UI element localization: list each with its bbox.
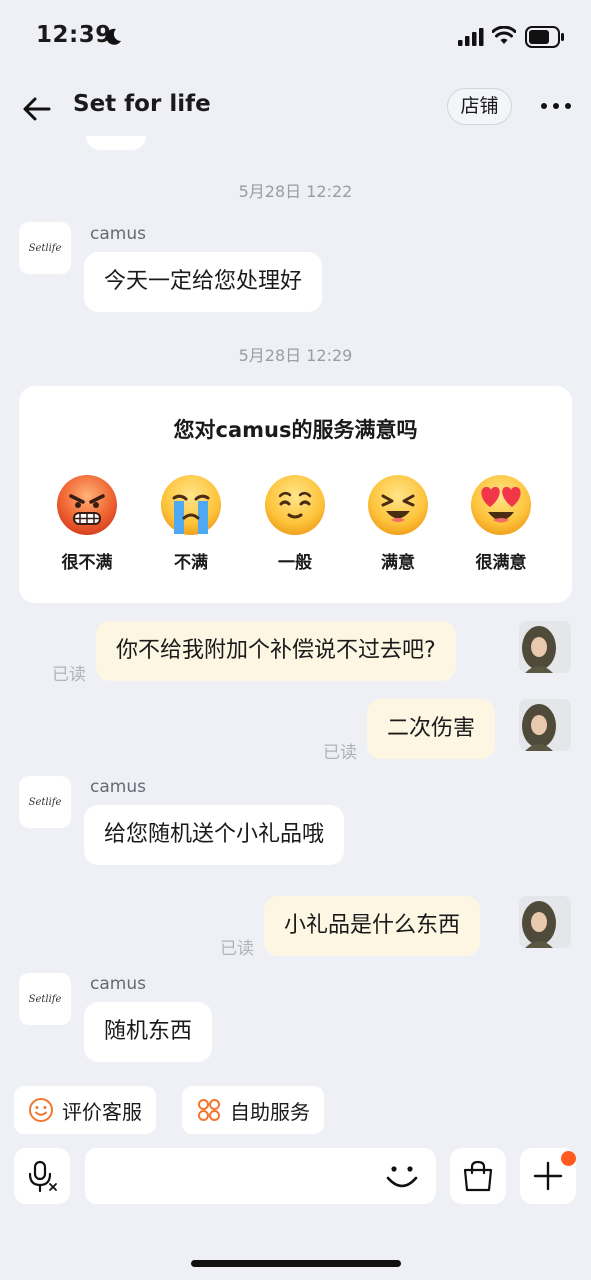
incoming-message[interactable]: 给您随机送个小礼品哦 (84, 805, 345, 865)
status-time: 12:39 (36, 22, 112, 48)
sender-name: camus (90, 974, 146, 994)
plus-icon (533, 1161, 563, 1191)
smile-icon (29, 1098, 53, 1122)
moon-icon (106, 28, 121, 45)
read-receipt: 已读 (323, 743, 357, 763)
back-arrow-icon[interactable] (22, 94, 52, 124)
incoming-message[interactable]: 随机东西 (84, 1002, 213, 1062)
battery-icon (525, 26, 564, 48)
rate-service-button[interactable]: 评价客服 (14, 1086, 156, 1134)
voice-input-button[interactable] (14, 1148, 70, 1204)
sender-name: camus (90, 224, 146, 244)
notification-dot (561, 1151, 576, 1166)
incoming-message[interactable]: 今天一定给您处理好 (84, 252, 323, 312)
heart-eyes-face-icon (471, 475, 531, 535)
chat-header: Set for life 店铺 (0, 75, 591, 140)
rating-satisfied[interactable]: 满意 (348, 474, 448, 573)
microphone-icon (28, 1160, 57, 1193)
rating-label: 很满意 (475, 553, 527, 573)
read-receipt: 已读 (52, 665, 86, 685)
crying-face-icon (161, 475, 221, 535)
shop-logo-text: Setlife (28, 796, 62, 808)
user-avatar[interactable] (519, 699, 571, 751)
rating-label: 不满 (174, 553, 208, 573)
shop-avatar[interactable]: Setlife (19, 973, 71, 1025)
outgoing-message[interactable]: 你不给我附加个补偿说不过去吧? (96, 621, 456, 681)
chat-title: Set for life (73, 91, 211, 117)
signal-icon (458, 28, 484, 46)
quick-action-label: 自助服务 (230, 1099, 310, 1124)
rating-label: 一般 (278, 553, 312, 573)
emoji-picker-icon[interactable] (383, 1158, 421, 1194)
user-avatar-image (519, 699, 571, 751)
wifi-icon (492, 26, 516, 44)
rating-very-dissatisfied[interactable]: 很不满 (37, 474, 137, 573)
sender-name: camus (90, 777, 146, 797)
shopping-bag-icon (463, 1160, 493, 1192)
shop-logo-text: Setlife (28, 993, 62, 1005)
shop-avatar[interactable]: Setlife (19, 776, 71, 828)
shop-logo-text: Setlife (28, 242, 62, 254)
happy-face-icon (368, 475, 428, 535)
rating-label: 很不满 (61, 553, 113, 573)
outgoing-message[interactable]: 小礼品是什么东西 (264, 896, 481, 956)
shopping-bag-button[interactable] (450, 1148, 506, 1204)
rating-neutral[interactable]: 一般 (245, 474, 345, 573)
status-bar: 12:39 (0, 0, 591, 75)
neutral-face-icon (265, 475, 325, 535)
more-options-icon[interactable] (540, 102, 572, 110)
satisfaction-survey-card: 您对camus的服务满意吗 很不满 不满 一般 满意 很满意 (19, 386, 572, 603)
user-avatar[interactable] (519, 621, 571, 673)
self-service-button[interactable]: 自助服务 (182, 1086, 324, 1134)
read-receipt: 已读 (220, 939, 254, 959)
rating-dissatisfied[interactable]: 不满 (141, 474, 241, 573)
user-avatar[interactable] (519, 896, 571, 948)
rating-label: 满意 (381, 553, 415, 573)
quick-action-label: 评价客服 (62, 1099, 142, 1124)
previous-message-bubble (86, 136, 146, 150)
home-indicator (191, 1260, 401, 1267)
survey-title: 您对camus的服务满意吗 (173, 418, 418, 442)
angry-face-icon (57, 475, 117, 535)
user-avatar-image (519, 896, 571, 948)
outgoing-message[interactable]: 二次伤害 (367, 699, 496, 759)
store-button[interactable]: 店铺 (447, 88, 512, 125)
message-input-bar (0, 1148, 591, 1210)
shop-avatar[interactable]: Setlife (19, 222, 71, 274)
timestamp: 5月28日 12:22 (238, 182, 353, 201)
user-avatar-image (519, 621, 571, 673)
grid-icon (198, 1099, 220, 1121)
timestamp: 5月28日 12:29 (238, 346, 353, 365)
rating-very-satisfied[interactable]: 很满意 (451, 474, 551, 573)
